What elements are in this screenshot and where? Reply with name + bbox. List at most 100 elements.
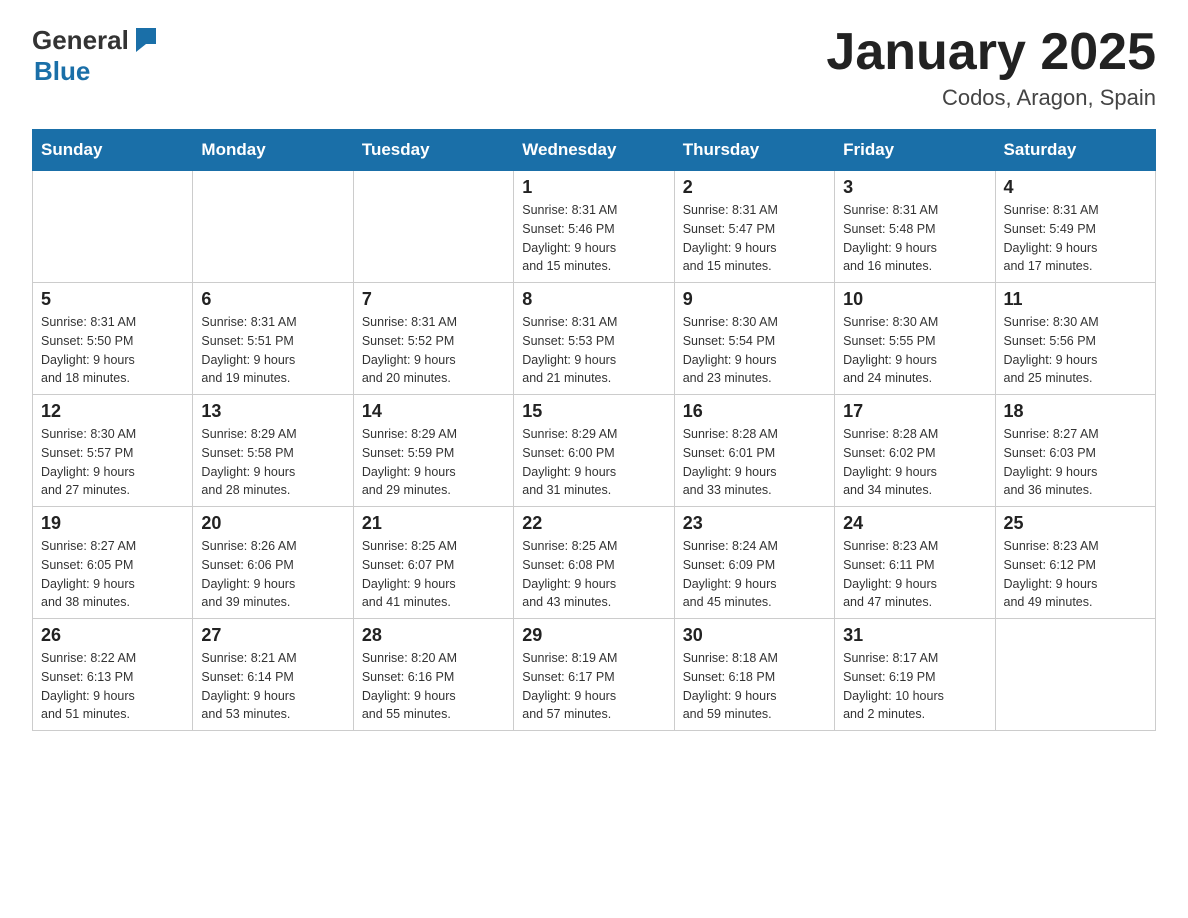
day-info: Sunrise: 8:29 AM Sunset: 5:58 PM Dayligh… (201, 425, 344, 500)
col-header-thursday: Thursday (674, 130, 834, 171)
calendar-cell: 30 Sunrise: 8:18 AM Sunset: 6:18 PM Dayli… (674, 619, 834, 731)
day-info: Sunrise: 8:28 AM Sunset: 6:01 PM Dayligh… (683, 425, 826, 500)
day-info: Sunrise: 8:30 AM Sunset: 5:57 PM Dayligh… (41, 425, 184, 500)
calendar-cell: 10 Sunrise: 8:30 AM Sunset: 5:55 PM Dayli… (835, 283, 995, 395)
calendar-cell (193, 171, 353, 283)
day-number: 3 (843, 177, 986, 198)
day-number: 5 (41, 289, 184, 310)
calendar-cell: 31 Sunrise: 8:17 AM Sunset: 6:19 PM Dayli… (835, 619, 995, 731)
day-number: 21 (362, 513, 505, 534)
calendar-cell: 22 Sunrise: 8:25 AM Sunset: 6:08 PM Dayli… (514, 507, 674, 619)
day-info: Sunrise: 8:31 AM Sunset: 5:46 PM Dayligh… (522, 201, 665, 276)
day-info: Sunrise: 8:20 AM Sunset: 6:16 PM Dayligh… (362, 649, 505, 724)
calendar-cell: 19 Sunrise: 8:27 AM Sunset: 6:05 PM Dayli… (33, 507, 193, 619)
logo-blue-text: Blue (34, 56, 90, 87)
col-header-saturday: Saturday (995, 130, 1155, 171)
calendar-header-row: SundayMondayTuesdayWednesdayThursdayFrid… (33, 130, 1156, 171)
col-header-friday: Friday (835, 130, 995, 171)
calendar-cell: 28 Sunrise: 8:20 AM Sunset: 6:16 PM Dayli… (353, 619, 513, 731)
day-number: 27 (201, 625, 344, 646)
day-info: Sunrise: 8:27 AM Sunset: 6:05 PM Dayligh… (41, 537, 184, 612)
day-info: Sunrise: 8:31 AM Sunset: 5:52 PM Dayligh… (362, 313, 505, 388)
calendar-cell: 9 Sunrise: 8:30 AM Sunset: 5:54 PM Daylig… (674, 283, 834, 395)
calendar-cell: 27Sunrise: 8:21 AM Sunset: 6:14 PM Dayli… (193, 619, 353, 731)
col-header-monday: Monday (193, 130, 353, 171)
calendar-cell: 21 Sunrise: 8:25 AM Sunset: 6:07 PM Dayli… (353, 507, 513, 619)
day-number: 30 (683, 625, 826, 646)
header: General Blue January 2025 Codos, Aragon,… (32, 24, 1156, 111)
day-info: Sunrise: 8:24 AM Sunset: 6:09 PM Dayligh… (683, 537, 826, 612)
logo-top-row: General (32, 24, 160, 56)
calendar-cell (995, 619, 1155, 731)
calendar-cell: 6Sunrise: 8:31 AM Sunset: 5:51 PM Daylig… (193, 283, 353, 395)
calendar-cell: 18 Sunrise: 8:27 AM Sunset: 6:03 PM Dayli… (995, 395, 1155, 507)
day-number: 17 (843, 401, 986, 422)
calendar-cell: 14Sunrise: 8:29 AM Sunset: 5:59 PM Dayli… (353, 395, 513, 507)
day-number: 4 (1004, 177, 1147, 198)
day-info: Sunrise: 8:30 AM Sunset: 5:56 PM Dayligh… (1004, 313, 1147, 388)
calendar-cell: 3 Sunrise: 8:31 AM Sunset: 5:48 PM Daylig… (835, 171, 995, 283)
day-number: 10 (843, 289, 986, 310)
day-number: 23 (683, 513, 826, 534)
day-number: 25 (1004, 513, 1147, 534)
day-info: Sunrise: 8:26 AM Sunset: 6:06 PM Dayligh… (201, 537, 344, 612)
day-number: 19 (41, 513, 184, 534)
day-number: 28 (362, 625, 505, 646)
day-info: Sunrise: 8:18 AM Sunset: 6:18 PM Dayligh… (683, 649, 826, 724)
col-header-tuesday: Tuesday (353, 130, 513, 171)
day-info: Sunrise: 8:31 AM Sunset: 5:53 PM Dayligh… (522, 313, 665, 388)
day-info: Sunrise: 8:31 AM Sunset: 5:50 PM Dayligh… (41, 313, 184, 388)
calendar-cell: 24Sunrise: 8:23 AM Sunset: 6:11 PM Dayli… (835, 507, 995, 619)
day-info: Sunrise: 8:17 AM Sunset: 6:19 PM Dayligh… (843, 649, 986, 724)
day-number: 14 (362, 401, 505, 422)
day-info: Sunrise: 8:31 AM Sunset: 5:48 PM Dayligh… (843, 201, 986, 276)
day-number: 24 (843, 513, 986, 534)
day-number: 2 (683, 177, 826, 198)
day-info: Sunrise: 8:27 AM Sunset: 6:03 PM Dayligh… (1004, 425, 1147, 500)
calendar-cell: 26Sunrise: 8:22 AM Sunset: 6:13 PM Dayli… (33, 619, 193, 731)
calendar-cell (353, 171, 513, 283)
calendar-week-row: 26Sunrise: 8:22 AM Sunset: 6:13 PM Dayli… (33, 619, 1156, 731)
day-number: 9 (683, 289, 826, 310)
day-number: 13 (201, 401, 344, 422)
day-number: 29 (522, 625, 665, 646)
day-number: 15 (522, 401, 665, 422)
day-number: 22 (522, 513, 665, 534)
calendar-week-row: 12 Sunrise: 8:30 AM Sunset: 5:57 PM Dayli… (33, 395, 1156, 507)
day-info: Sunrise: 8:19 AM Sunset: 6:17 PM Dayligh… (522, 649, 665, 724)
day-info: Sunrise: 8:25 AM Sunset: 6:07 PM Dayligh… (362, 537, 505, 612)
calendar-cell: 7Sunrise: 8:31 AM Sunset: 5:52 PM Daylig… (353, 283, 513, 395)
calendar-cell: 16 Sunrise: 8:28 AM Sunset: 6:01 PM Dayli… (674, 395, 834, 507)
day-info: Sunrise: 8:30 AM Sunset: 5:55 PM Dayligh… (843, 313, 986, 388)
calendar-cell: 17 Sunrise: 8:28 AM Sunset: 6:02 PM Dayli… (835, 395, 995, 507)
logo-arrow-icon (132, 24, 160, 56)
calendar-cell: 12 Sunrise: 8:30 AM Sunset: 5:57 PM Dayli… (33, 395, 193, 507)
day-info: Sunrise: 8:28 AM Sunset: 6:02 PM Dayligh… (843, 425, 986, 500)
calendar-week-row: 19 Sunrise: 8:27 AM Sunset: 6:05 PM Dayli… (33, 507, 1156, 619)
calendar-cell: 15 Sunrise: 8:29 AM Sunset: 6:00 PM Dayli… (514, 395, 674, 507)
calendar-cell: 1Sunrise: 8:31 AM Sunset: 5:46 PM Daylig… (514, 171, 674, 283)
day-info: Sunrise: 8:29 AM Sunset: 6:00 PM Dayligh… (522, 425, 665, 500)
day-info: Sunrise: 8:31 AM Sunset: 5:49 PM Dayligh… (1004, 201, 1147, 276)
day-number: 8 (522, 289, 665, 310)
calendar-cell: 29 Sunrise: 8:19 AM Sunset: 6:17 PM Dayli… (514, 619, 674, 731)
calendar-week-row: 5 Sunrise: 8:31 AM Sunset: 5:50 PM Daylig… (33, 283, 1156, 395)
day-number: 18 (1004, 401, 1147, 422)
day-number: 16 (683, 401, 826, 422)
day-info: Sunrise: 8:23 AM Sunset: 6:12 PM Dayligh… (1004, 537, 1147, 612)
day-number: 31 (843, 625, 986, 646)
calendar-cell: 5 Sunrise: 8:31 AM Sunset: 5:50 PM Daylig… (33, 283, 193, 395)
day-number: 11 (1004, 289, 1147, 310)
day-info: Sunrise: 8:30 AM Sunset: 5:54 PM Dayligh… (683, 313, 826, 388)
day-number: 6 (201, 289, 344, 310)
title-area: January 2025 Codos, Aragon, Spain (826, 24, 1156, 111)
calendar-cell: 8 Sunrise: 8:31 AM Sunset: 5:53 PM Daylig… (514, 283, 674, 395)
day-number: 26 (41, 625, 184, 646)
calendar-title: January 2025 (826, 24, 1156, 81)
logo-general-text: General (32, 27, 129, 53)
day-info: Sunrise: 8:25 AM Sunset: 6:08 PM Dayligh… (522, 537, 665, 612)
calendar-cell: 4 Sunrise: 8:31 AM Sunset: 5:49 PM Daylig… (995, 171, 1155, 283)
day-number: 20 (201, 513, 344, 534)
logo: General Blue (32, 24, 160, 87)
day-number: 12 (41, 401, 184, 422)
